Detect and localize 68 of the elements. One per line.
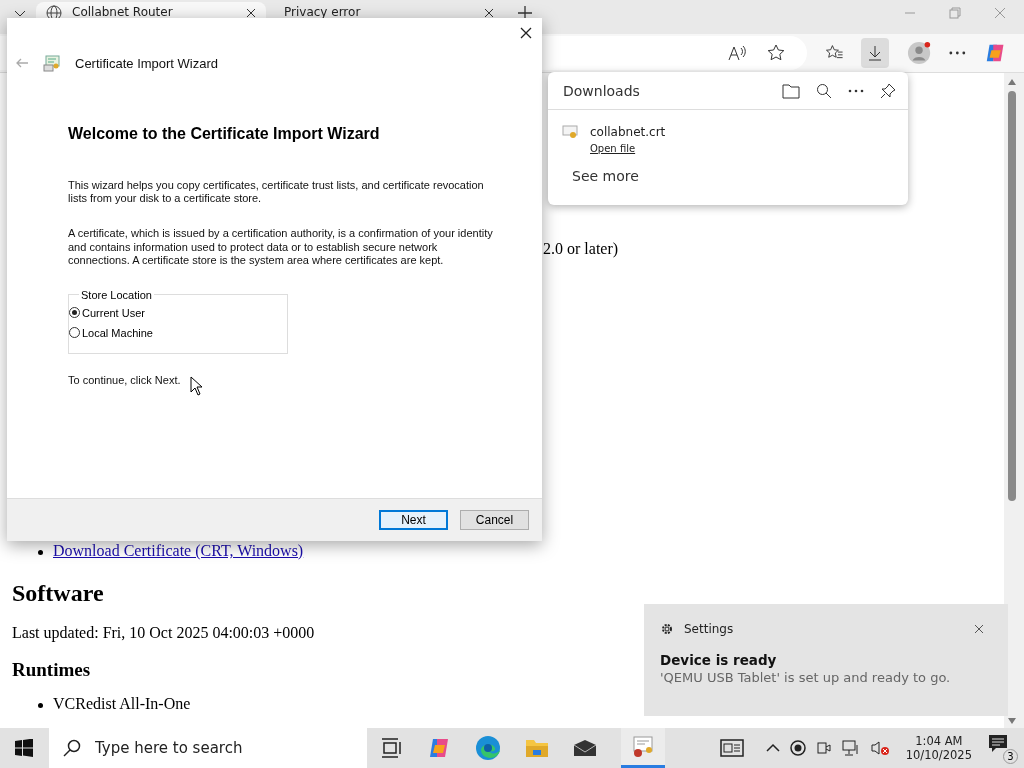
radio-option[interactable]: Local Machine (69, 326, 279, 339)
profile-icon[interactable] (907, 40, 932, 66)
network-icon[interactable] (841, 740, 860, 756)
scroll-up-icon[interactable] (1008, 79, 1016, 85)
radio-option[interactable]: Current User (69, 306, 279, 319)
certificate-app-button[interactable] (621, 728, 665, 768)
search-icon (63, 739, 81, 757)
certificate-icon (631, 735, 655, 758)
new-tab-icon[interactable] (518, 6, 532, 20)
downloads-button[interactable] (861, 38, 890, 68)
gear-icon (660, 622, 674, 636)
read-aloud-icon[interactable] (726, 44, 747, 62)
see-more-link[interactable]: See more (572, 168, 639, 184)
certificate-file-icon (562, 125, 578, 139)
certificate-icon (43, 54, 61, 72)
scroll-down-icon[interactable] (1008, 718, 1016, 724)
close-tab-icon[interactable] (246, 8, 256, 18)
group-label: Store Location (80, 288, 153, 301)
close-icon[interactable] (520, 27, 532, 39)
section-heading: Software (12, 580, 104, 607)
list-item: VCRedist All-In-One (53, 695, 191, 713)
more-icon[interactable] (949, 51, 966, 55)
chevron-icon[interactable] (14, 10, 26, 18)
next-button[interactable]: Next (379, 510, 448, 530)
notification-count-badge: 3 (1003, 749, 1018, 764)
record-icon[interactable] (789, 740, 806, 756)
hint-text: To continue, click Next. (68, 373, 181, 388)
folder-icon[interactable] (525, 738, 549, 758)
app-name: Settings (684, 622, 734, 636)
download-link[interactable]: Download Certificate (CRT, Windows) (53, 542, 304, 560)
mouse-pointer-icon (190, 376, 203, 396)
file-name[interactable]: collabnet.crt (590, 125, 666, 139)
globe-icon (46, 5, 62, 21)
volume-muted-icon[interactable] (869, 740, 890, 756)
mail-icon[interactable] (573, 739, 597, 757)
pin-icon[interactable] (880, 82, 896, 99)
bullet (38, 550, 43, 555)
notification-title: Device is ready (660, 652, 778, 668)
star-icon[interactable] (766, 44, 785, 62)
caret-up-icon[interactable] (765, 743, 780, 753)
news-icon[interactable] (719, 739, 744, 757)
description-text: This wizard helps you copy certificates, certificate trust lists, and certificate revocation lists from your disk to a certificate store. (68, 179, 485, 206)
wizard-heading: Welcome to the Certificate Import Wizard (68, 125, 381, 143)
cancel-button[interactable]: Cancel (460, 510, 529, 530)
message-icon (988, 734, 1008, 754)
task-view-icon[interactable] (381, 738, 403, 758)
browser-tab[interactable]: Privacy error (274, 2, 504, 34)
camera-icon[interactable] (815, 740, 832, 756)
edge-icon[interactable] (475, 735, 501, 761)
notification-message: 'QEMU USB Tablet' is set up and ready to go. (660, 670, 952, 685)
open-file-link[interactable]: Open file (590, 143, 666, 154)
description-text: A certificate, which is issued by a certification authority, is a confirmation of your identity and contains information used to protect data or to establish secure network connections. A certificate store is the system area where certificates are kept. (68, 227, 494, 267)
panel-title: Downloads (563, 82, 640, 99)
windows-start-icon[interactable] (15, 739, 33, 757)
clock-date[interactable]: 10/10/2025 (905, 748, 972, 762)
page-text: 2.0 or later) (543, 240, 620, 258)
bullet (38, 703, 43, 708)
scrollbar[interactable] (1004, 73, 1024, 728)
subsection-heading: Runtimes (12, 659, 91, 681)
search-icon[interactable] (816, 82, 832, 99)
clock-time[interactable]: 1:04 AM (915, 734, 963, 748)
last-updated-text: Last updated: Fri, 10 Oct 2025 04:00:03 +0000 (12, 624, 315, 642)
dialog-title: Certificate Import Wizard (75, 55, 219, 71)
taskbar-search-field[interactable]: Type here to search (49, 728, 367, 768)
folder-icon[interactable] (782, 82, 800, 99)
close-tab-icon[interactable] (484, 8, 494, 18)
copilot-icon[interactable] (427, 736, 451, 760)
more-icon[interactable] (848, 88, 864, 93)
